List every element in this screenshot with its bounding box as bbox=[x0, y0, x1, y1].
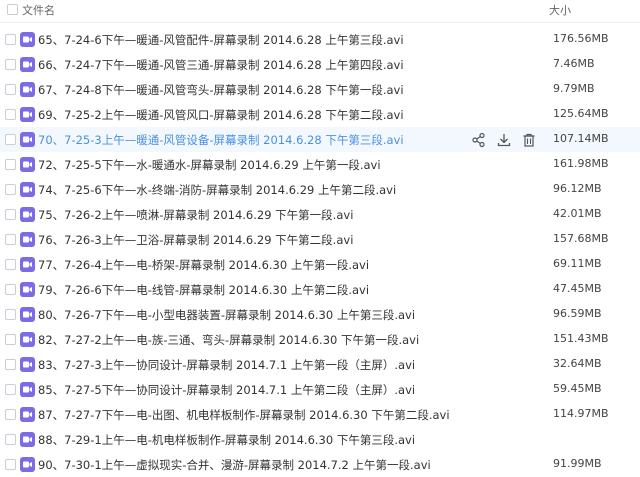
file-size: 107.14MB bbox=[553, 132, 609, 145]
video-file-icon bbox=[20, 357, 35, 372]
file-name[interactable]: 90、7-30-1上午—虚拟现实-合并、漫游-屏幕录制 2014.7.2 上午第… bbox=[38, 457, 431, 473]
file-row[interactable]: 87、7-27-7下午—电-出图、机电样板制作-屏幕录制 2014.6.30 下… bbox=[0, 402, 640, 427]
file-checkbox[interactable] bbox=[5, 109, 16, 120]
file-row[interactable]: 85、7-27-5下午—协同设计-屏幕录制 2014.7.1 上午第二段（主屏）… bbox=[0, 377, 640, 402]
file-size: 47.45MB bbox=[553, 282, 602, 295]
video-file-icon bbox=[20, 407, 35, 422]
file-checkbox[interactable] bbox=[5, 459, 16, 470]
video-file-icon bbox=[20, 157, 35, 172]
file-name[interactable]: 79、7-26-6下午—电-线管-屏幕录制 2014.6.30 上午第二段.av… bbox=[38, 282, 369, 298]
file-size: 42.01MB bbox=[553, 207, 602, 220]
file-name[interactable]: 83、7-27-3上午—协同设计-屏幕录制 2014.7.1 上午第一段（主屏）… bbox=[38, 357, 415, 373]
file-name[interactable]: 66、7-24-7下午—暖通-风管三通-屏幕录制 2014.6.28 上午第四段… bbox=[38, 57, 404, 73]
file-size: 91.99MB bbox=[553, 457, 602, 470]
file-checkbox[interactable] bbox=[5, 284, 16, 295]
file-checkbox[interactable] bbox=[5, 34, 16, 45]
video-file-icon bbox=[20, 82, 35, 97]
select-all-checkbox[interactable] bbox=[7, 4, 18, 15]
file-row[interactable]: 67、7-24-8下午—暖通-风管弯头-屏幕录制 2014.6.28 下午第一段… bbox=[0, 77, 640, 102]
file-list-header: 文件名 大小 bbox=[0, 0, 640, 23]
file-checkbox[interactable] bbox=[5, 184, 16, 195]
file-row[interactable]: 75、7-26-2上午—喷淋-屏幕录制 2014.6.29 下午第一段.avi 4… bbox=[0, 202, 640, 227]
file-row[interactable]: 65、7-24-6下午—暖通-风管配件-屏幕录制 2014.6.28 上午第三段… bbox=[0, 27, 640, 52]
file-checkbox[interactable] bbox=[5, 234, 16, 245]
video-file-icon bbox=[20, 57, 35, 72]
file-row[interactable]: 90、7-30-1上午—虚拟现实-合并、漫游-屏幕录制 2014.7.2 上午第… bbox=[0, 452, 640, 477]
file-list: 65、7-24-6下午—暖通-风管配件-屏幕录制 2014.6.28 上午第三段… bbox=[0, 27, 640, 477]
file-name[interactable]: 65、7-24-6下午—暖通-风管配件-屏幕录制 2014.6.28 上午第三段… bbox=[38, 32, 404, 48]
file-name[interactable]: 72、7-25-5下午—水-暖通水-屏幕录制 2014.6.29 上午第一段.a… bbox=[38, 157, 381, 173]
file-checkbox[interactable] bbox=[5, 84, 16, 95]
download-icon[interactable] bbox=[496, 132, 512, 148]
file-row[interactable]: 83、7-27-3上午—协同设计-屏幕录制 2014.7.1 上午第一段（主屏）… bbox=[0, 352, 640, 377]
video-file-icon bbox=[20, 432, 35, 447]
file-name[interactable]: 88、7-29-1上午—电-机电样板制作-屏幕录制 2014.6.30 下午第三… bbox=[38, 432, 415, 448]
file-checkbox[interactable] bbox=[5, 59, 16, 70]
video-file-icon bbox=[20, 32, 35, 47]
file-name[interactable]: 87、7-27-7下午—电-出图、机电样板制作-屏幕录制 2014.6.30 下… bbox=[38, 407, 450, 423]
file-row[interactable]: 79、7-26-6下午—电-线管-屏幕录制 2014.6.30 上午第二段.av… bbox=[0, 277, 640, 302]
file-size: 32.64MB bbox=[553, 357, 602, 370]
file-size: 7.46MB bbox=[553, 57, 595, 70]
file-name[interactable]: 82、7-27-2上午—电-族-三通、弯头-屏幕录制 2014.6.30 下午第… bbox=[38, 332, 419, 348]
file-size: 114.97MB bbox=[553, 407, 609, 420]
file-row[interactable]: 72、7-25-5下午—水-暖通水-屏幕录制 2014.6.29 上午第一段.a… bbox=[0, 152, 640, 177]
video-file-icon bbox=[20, 107, 35, 122]
file-row[interactable]: 76、7-26-3上午—卫浴-屏幕录制 2014.6.29 下午第二段.avi 1… bbox=[0, 227, 640, 252]
file-name[interactable]: 85、7-27-5下午—协同设计-屏幕录制 2014.7.1 上午第二段（主屏）… bbox=[38, 382, 415, 398]
file-name[interactable]: 77、7-26-4上午—电-桥架-屏幕录制 2014.6.30 上午第一段.av… bbox=[38, 257, 369, 273]
video-file-icon bbox=[20, 257, 35, 272]
file-size: 96.12MB bbox=[553, 182, 602, 195]
column-header-size[interactable]: 大小 bbox=[549, 2, 571, 18]
file-row[interactable]: 80、7-26-7下午—电-小型电器装置-屏幕录制 2014.6.30 上午第三… bbox=[0, 302, 640, 327]
file-name[interactable]: 80、7-26-7下午—电-小型电器装置-屏幕录制 2014.6.30 上午第三… bbox=[38, 307, 415, 323]
file-row[interactable]: 88、7-29-1上午—电-机电样板制作-屏幕录制 2014.6.30 下午第三… bbox=[0, 427, 640, 452]
video-file-icon bbox=[20, 332, 35, 347]
video-file-icon bbox=[20, 207, 35, 222]
file-checkbox[interactable] bbox=[5, 359, 16, 370]
file-size: 151.43MB bbox=[553, 332, 609, 345]
file-checkbox[interactable] bbox=[5, 159, 16, 170]
file-checkbox[interactable] bbox=[5, 209, 16, 220]
file-size: 9.79MB bbox=[553, 82, 595, 95]
file-checkbox[interactable] bbox=[5, 309, 16, 320]
file-checkbox[interactable] bbox=[5, 384, 16, 395]
file-row[interactable]: 69、7-25-2上午—暖通-风管风口-屏幕录制 2014.6.28 下午第二段… bbox=[0, 102, 640, 127]
file-name[interactable]: 70、7-25-3上午—暖通-风管设备-屏幕录制 2014.6.28 下午第三段… bbox=[38, 132, 404, 148]
video-file-icon bbox=[20, 232, 35, 247]
file-checkbox[interactable] bbox=[5, 409, 16, 420]
file-checkbox[interactable] bbox=[5, 334, 16, 345]
video-file-icon bbox=[20, 282, 35, 297]
video-file-icon bbox=[20, 382, 35, 397]
file-row[interactable]: 82、7-27-2上午—电-族-三通、弯头-屏幕录制 2014.6.30 下午第… bbox=[0, 327, 640, 352]
file-row[interactable]: 70、7-25-3上午—暖通-风管设备-屏幕录制 2014.6.28 下午第三段… bbox=[0, 127, 640, 152]
file-size: 69.11MB bbox=[553, 257, 602, 270]
file-size: 125.64MB bbox=[553, 107, 609, 120]
column-header-name[interactable]: 文件名 bbox=[22, 2, 55, 18]
file-name[interactable]: 69、7-25-2上午—暖通-风管风口-屏幕录制 2014.6.28 下午第二段… bbox=[38, 107, 404, 123]
video-file-icon bbox=[20, 182, 35, 197]
file-size: 59.45MB bbox=[553, 382, 602, 395]
file-size: 176.56MB bbox=[553, 32, 609, 45]
file-size: 96.59MB bbox=[553, 307, 602, 320]
file-row[interactable]: 74、7-25-6下午—水-终端-消防-屏幕录制 2014.6.29 上午第二段… bbox=[0, 177, 640, 202]
file-row[interactable]: 66、7-24-7下午—暖通-风管三通-屏幕录制 2014.6.28 上午第四段… bbox=[0, 52, 640, 77]
video-file-icon bbox=[20, 307, 35, 322]
file-size: 161.98MB bbox=[553, 157, 609, 170]
file-checkbox[interactable] bbox=[5, 434, 16, 445]
video-file-icon bbox=[20, 132, 35, 147]
file-name[interactable]: 75、7-26-2上午—喷淋-屏幕录制 2014.6.29 下午第一段.avi bbox=[38, 207, 353, 223]
file-checkbox[interactable] bbox=[5, 134, 16, 145]
share-icon[interactable] bbox=[471, 132, 487, 148]
file-size: 157.68MB bbox=[553, 232, 609, 245]
file-name[interactable]: 67、7-24-8下午—暖通-风管弯头-屏幕录制 2014.6.28 下午第一段… bbox=[38, 82, 404, 98]
trash-icon[interactable] bbox=[521, 132, 537, 148]
file-name[interactable]: 76、7-26-3上午—卫浴-屏幕录制 2014.6.29 下午第二段.avi bbox=[38, 232, 353, 248]
file-name[interactable]: 74、7-25-6下午—水-终端-消防-屏幕录制 2014.6.29 上午第二段… bbox=[38, 182, 396, 198]
file-checkbox[interactable] bbox=[5, 259, 16, 270]
file-row[interactable]: 77、7-26-4上午—电-桥架-屏幕录制 2014.6.30 上午第一段.av… bbox=[0, 252, 640, 277]
